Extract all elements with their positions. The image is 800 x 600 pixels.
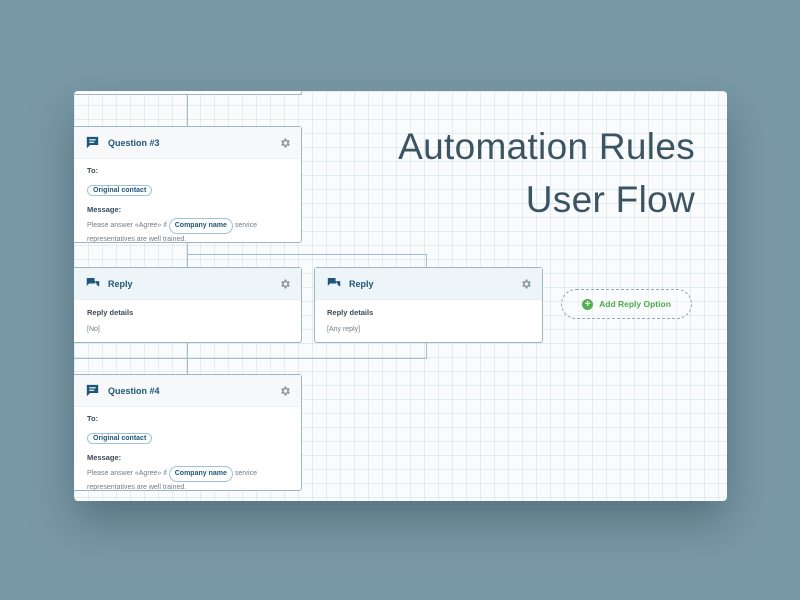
reply-any-title: Reply	[349, 278, 374, 289]
reply-details-label: Reply details	[87, 308, 134, 317]
reply-details-value: [No]	[87, 326, 100, 333]
recipient-tag[interactable]: Original contact	[87, 433, 153, 444]
message-text: Please answer «Agree» if Company name se…	[87, 466, 289, 482]
chat-bubbles-icon	[86, 277, 100, 291]
message-text-line2: representatives are well trained.	[87, 236, 187, 243]
previous-card[interactable]	[74, 91, 302, 95]
question-4-card[interactable]: Question #4 To: Original contact Message…	[74, 374, 302, 491]
plus-circle-icon: +	[582, 298, 594, 310]
gear-icon[interactable]	[279, 385, 291, 397]
connector-line	[74, 358, 427, 359]
question-3-header: Question #3	[74, 127, 301, 159]
reply-details-label: Reply details	[327, 308, 374, 317]
message-text-line2: representatives are well trained.	[87, 484, 187, 491]
reply-any-header: Reply	[315, 268, 542, 300]
question-4-header: Question #4	[74, 375, 301, 407]
to-label: To:	[87, 166, 99, 175]
headline-line-2: User Flow	[525, 179, 695, 220]
connector-line	[426, 254, 427, 267]
chat-bubbles-icon	[327, 277, 341, 291]
add-reply-option-label: Add Reply Option	[599, 299, 671, 309]
reply-no-header: Reply	[74, 268, 301, 300]
message-text: Please answer «Agree» if Company name se…	[87, 218, 289, 234]
question-3-title: Question #3	[108, 137, 160, 148]
company-name-token[interactable]: Company name	[168, 466, 233, 482]
question-4-title: Question #4	[108, 385, 160, 396]
reply-details-value: [Any reply]	[327, 326, 361, 333]
connector-line	[187, 94, 188, 126]
gear-icon[interactable]	[279, 278, 291, 290]
headline-line-1: Automation Rules	[398, 126, 695, 167]
add-reply-option-button[interactable]: + Add Reply Option	[561, 289, 692, 319]
recipient-tag[interactable]: Original contact	[87, 185, 153, 196]
reply-no-card[interactable]: Reply Reply details [No]	[74, 267, 302, 343]
flow-canvas[interactable]: Question #3 To: Original contact Message…	[74, 91, 727, 501]
gear-icon[interactable]	[520, 278, 532, 290]
question-3-card[interactable]: Question #3 To: Original contact Message…	[74, 126, 302, 243]
company-name-token[interactable]: Company name	[168, 218, 233, 234]
reply-any-card[interactable]: Reply Reply details [Any reply]	[314, 267, 543, 343]
connector-line	[426, 343, 427, 358]
to-label: To:	[87, 414, 99, 423]
chat-bubble-icon	[86, 384, 100, 398]
connector-line	[187, 254, 427, 255]
reply-no-title: Reply	[108, 278, 133, 289]
message-label: Message:	[87, 205, 122, 214]
message-label: Message:	[87, 453, 122, 462]
gear-icon[interactable]	[279, 137, 291, 149]
chat-bubble-icon	[86, 136, 100, 150]
